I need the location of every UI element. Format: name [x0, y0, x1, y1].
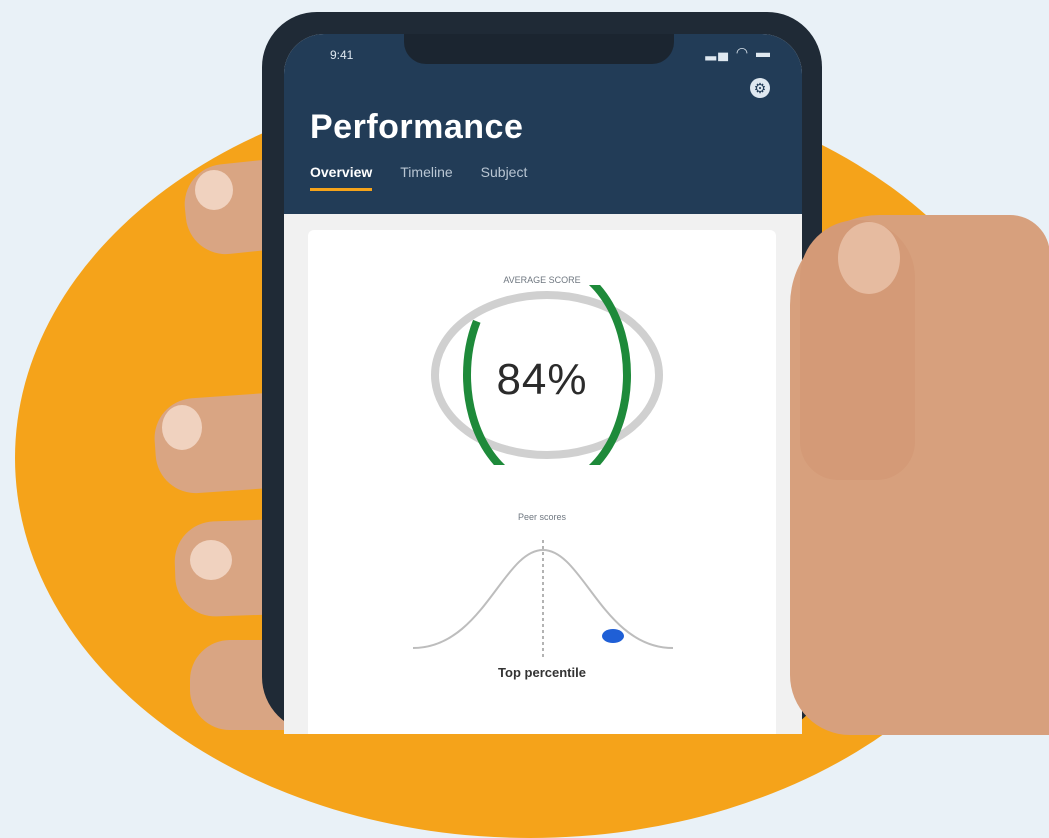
gear-icon[interactable]: ⚙	[750, 78, 770, 98]
tab-timeline[interactable]: Timeline	[400, 164, 452, 191]
tab-overview[interactable]: Overview	[310, 164, 373, 191]
phone-screen: 9:41 ▂▄ ◠ ▬ ⚙ Performance Overview Timel…	[284, 34, 802, 734]
app-header: 9:41 ▂▄ ◠ ▬ ⚙ Performance Overview Timel…	[284, 34, 802, 214]
status-icons: ▂▄ ◠ ▬	[705, 44, 772, 60]
distribution-marker	[602, 629, 624, 643]
fingernail	[162, 405, 202, 450]
phone-notch	[404, 34, 674, 64]
thumbnail	[838, 222, 900, 294]
tab-subject[interactable]: Subject	[481, 164, 528, 191]
page-title: Performance	[310, 108, 524, 146]
score-percent: 84%	[496, 355, 588, 404]
status-time: 9:41	[330, 48, 354, 62]
score-card: AVERAGE SCORE 84% Peer scores Top percen…	[308, 230, 776, 734]
marker-label: Top percentile	[498, 665, 586, 680]
distribution-caption: Peer scores	[517, 512, 567, 522]
tab-bar: Overview Timeline Subject	[310, 164, 527, 191]
fingernail	[195, 170, 233, 210]
bell-curve	[413, 540, 673, 658]
score-caption: AVERAGE SCORE	[503, 275, 581, 285]
fingernail	[190, 540, 232, 580]
